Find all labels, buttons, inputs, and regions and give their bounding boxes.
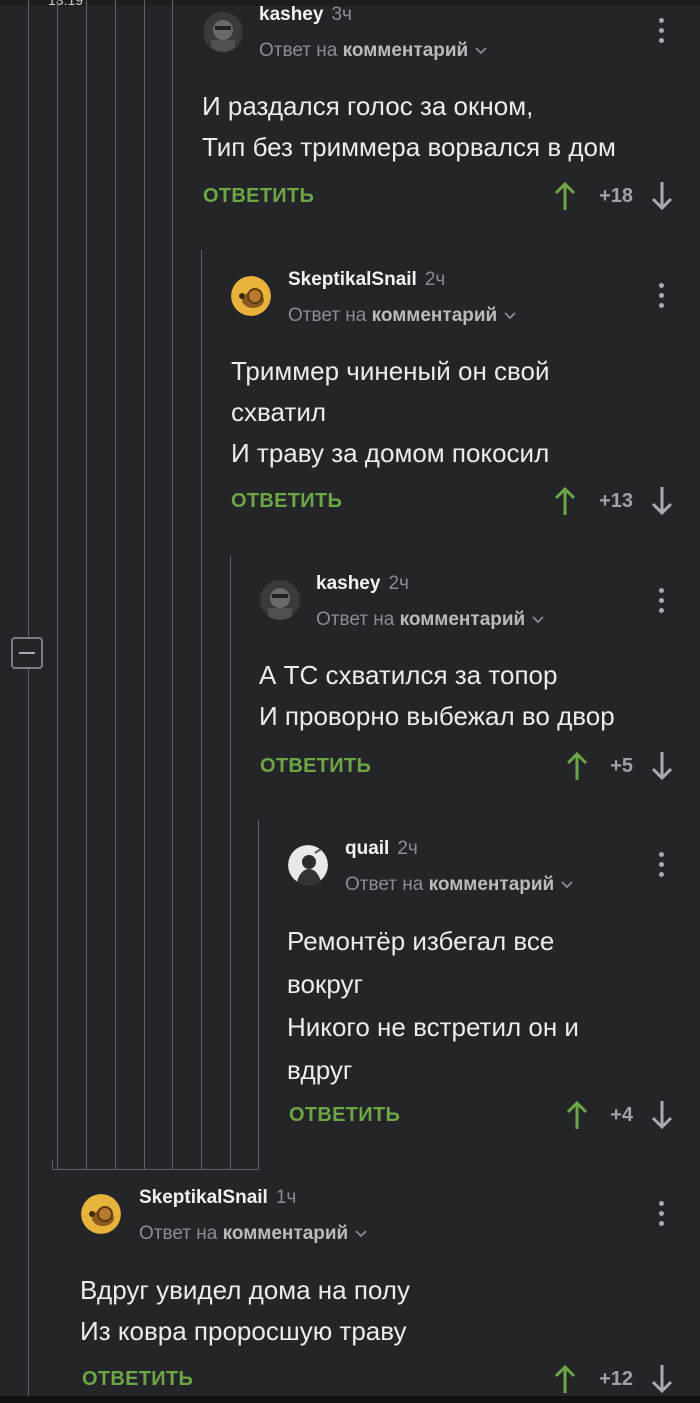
more-vert-icon[interactable] — [659, 18, 665, 46]
collapse-thread-button[interactable] — [11, 637, 43, 669]
arrow-down-icon[interactable] — [650, 1363, 674, 1395]
comment-author[interactable]: SkeptikalSnail 1ч — [139, 1187, 296, 1209]
reply-to-link[interactable]: Ответ на комментарий — [345, 874, 574, 896]
comment-author[interactable]: kashey 3ч — [259, 4, 352, 26]
reply-to-link[interactable]: Ответ на комментарий — [259, 40, 488, 62]
navigation-bar — [0, 1396, 700, 1403]
comment-body: Ремонтёр избегал все вокруг Никого не вс… — [287, 926, 579, 1085]
reply-to-link[interactable]: Ответ на комментарий — [316, 609, 545, 631]
reply-to-link[interactable]: Ответ на комментарий — [288, 305, 517, 327]
comment-body: Вдруг увидел дома на полу Из ковра проро… — [80, 1275, 410, 1346]
comment-body: Триммер чиненый он свой схватил И траву … — [231, 356, 550, 468]
collapse-minus-icon — [19, 652, 35, 654]
avatar[interactable] — [81, 1194, 121, 1234]
reply-to-link[interactable]: Ответ на комментарий — [139, 1223, 368, 1245]
arrow-down-icon[interactable] — [650, 750, 674, 782]
vote-score: +4 — [610, 1104, 633, 1126]
arrow-down-icon[interactable] — [650, 485, 674, 517]
chevron-down-icon — [561, 881, 573, 889]
comment-time: 1ч — [275, 1187, 297, 1208]
comment-time: 3ч — [331, 4, 352, 25]
vote-score: +18 — [599, 185, 633, 207]
avatar[interactable] — [288, 845, 328, 885]
vote-score: +13 — [599, 490, 633, 512]
more-vert-icon[interactable] — [659, 852, 665, 880]
reply-button[interactable]: ОТВЕТИТЬ — [203, 185, 314, 208]
reply-button[interactable]: ОТВЕТИТЬ — [82, 1368, 193, 1391]
vote-score: +5 — [610, 755, 633, 777]
arrow-down-icon[interactable] — [650, 1099, 674, 1131]
more-vert-icon[interactable] — [659, 283, 665, 311]
comment-time: 2ч — [388, 573, 409, 594]
avatar[interactable] — [231, 276, 271, 316]
comment-author[interactable]: quail 2ч — [345, 838, 418, 860]
more-vert-icon[interactable] — [659, 1201, 665, 1229]
reply-button[interactable]: ОТВЕТИТЬ — [231, 490, 342, 513]
reply-button[interactable]: ОТВЕТИТЬ — [289, 1104, 400, 1127]
comment-author[interactable]: kashey 2ч — [316, 573, 409, 595]
comment-time: 2ч — [397, 838, 418, 859]
chevron-down-icon — [504, 312, 516, 320]
chevron-down-icon — [355, 1230, 367, 1238]
reply-button[interactable]: ОТВЕТИТЬ — [260, 755, 371, 778]
avatar[interactable] — [260, 580, 300, 620]
comment-body: А ТС схватился за топор И проворно выбеж… — [259, 660, 615, 731]
vote-score: +12 — [599, 1368, 633, 1390]
avatar[interactable] — [203, 12, 243, 52]
more-vert-icon[interactable] — [659, 588, 665, 616]
comment-author[interactable]: SkeptikalSnail 2ч — [288, 269, 445, 291]
chevron-down-icon — [532, 616, 544, 624]
arrow-down-icon[interactable] — [650, 180, 674, 212]
comment-body: И раздался голос за окном, Тип без тримм… — [202, 91, 616, 162]
chevron-down-icon — [475, 47, 487, 55]
status-clock: 13:19 — [48, 0, 84, 8]
comment-time: 2ч — [424, 269, 446, 290]
